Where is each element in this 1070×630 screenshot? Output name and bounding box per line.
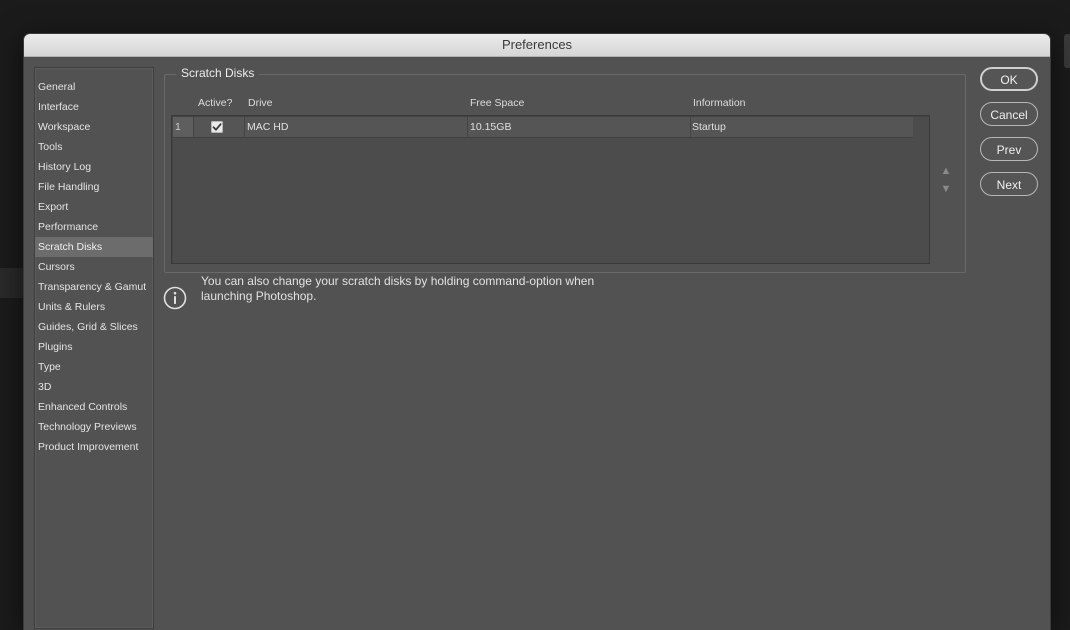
active-checkbox[interactable] [211, 121, 223, 133]
sidebar-item-transparency-gamut[interactable]: Transparency & Gamut [35, 277, 153, 297]
cancel-button[interactable]: Cancel [980, 102, 1038, 126]
background-window-edge [0, 268, 24, 298]
sidebar-item-history-log[interactable]: History Log [35, 157, 153, 177]
sidebar-item-technology-previews[interactable]: Technology Previews [35, 417, 153, 437]
cell-separator [467, 117, 468, 137]
free-space-cell: 10.15GB [470, 121, 512, 133]
drive-cell: MAC HD [247, 121, 289, 133]
sidebar-item-tools[interactable]: Tools [35, 137, 153, 157]
column-header-information: Information [693, 97, 746, 109]
sidebar-item-3d[interactable]: 3D [35, 377, 153, 397]
sidebar-list: General Interface Workspace Tools History Lo… [35, 68, 153, 457]
column-header-drive: Drive [248, 97, 273, 109]
information-cell: Startup [692, 121, 726, 133]
dialog-title: Preferences [24, 34, 1050, 57]
sidebar-item-general[interactable]: General [35, 77, 153, 97]
cell-separator [244, 117, 245, 137]
sidebar-item-file-handling[interactable]: File Handling [35, 177, 153, 197]
sidebar-item-interface[interactable]: Interface [35, 97, 153, 117]
sidebar-item-guides-grid-slices[interactable]: Guides, Grid & Slices [35, 317, 153, 337]
sidebar-item-scratch-disks[interactable]: Scratch Disks [35, 237, 153, 257]
row-index: 1 [173, 117, 193, 137]
column-header-active: Active? [198, 97, 233, 109]
cell-separator [690, 117, 691, 137]
sidebar-item-workspace[interactable]: Workspace [35, 117, 153, 137]
next-button[interactable]: Next [980, 172, 1038, 196]
prev-button[interactable]: Prev [980, 137, 1038, 161]
group-title: Scratch Disks [176, 66, 260, 80]
background-window-edge-right [1064, 34, 1070, 68]
triangle-down-icon[interactable]: ▼ [940, 183, 952, 195]
info-icon [163, 286, 187, 310]
info-message: You can also change your scratch disks b… [201, 274, 595, 303]
sidebar-item-type[interactable]: Type [35, 357, 153, 377]
cell-separator [193, 117, 194, 137]
ok-button[interactable]: OK [980, 67, 1038, 91]
sidebar-item-product-improvement[interactable]: Product Improvement [35, 437, 153, 457]
sidebar-item-units-rulers[interactable]: Units & Rulers [35, 297, 153, 317]
column-header-free-space: Free Space [470, 97, 525, 109]
sidebar-item-export[interactable]: Export [35, 197, 153, 217]
table-row[interactable]: 1 MAC HD 10.15GB Startup [173, 117, 913, 138]
sidebar-item-plugins[interactable]: Plugins [35, 337, 153, 357]
scratch-disks-table: 1 MAC HD 10.15GB Startup [171, 115, 930, 264]
preferences-dialog: Preferences General Interface Workspace Too… [24, 34, 1050, 630]
sidebar-item-enhanced-controls[interactable]: Enhanced Controls [35, 397, 153, 417]
triangle-up-icon[interactable]: ▲ [940, 165, 952, 177]
sidebar-item-cursors[interactable]: Cursors [35, 257, 153, 277]
checkmark-icon [212, 123, 222, 131]
sidebar-item-performance[interactable]: Performance [35, 217, 153, 237]
preferences-sidebar: General Interface Workspace Tools History Lo… [34, 67, 154, 629]
